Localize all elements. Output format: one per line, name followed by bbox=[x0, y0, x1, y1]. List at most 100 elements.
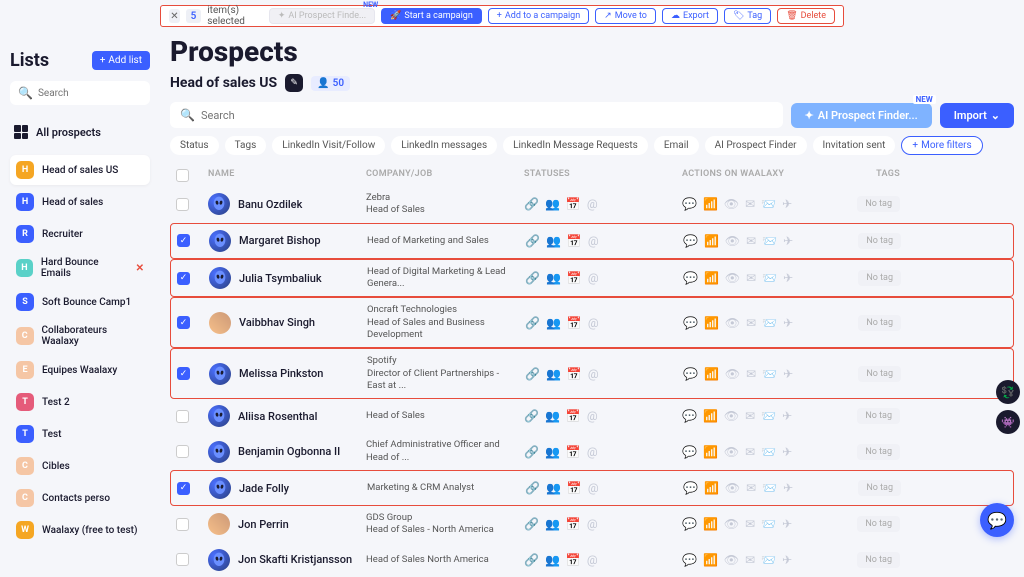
filter-pill[interactable]: AI Prospect Finder bbox=[705, 136, 807, 155]
message-icon[interactable]: 💬 bbox=[682, 553, 697, 567]
row-checkbox[interactable] bbox=[177, 367, 190, 380]
sidebar-item[interactable]: TTest bbox=[10, 419, 150, 449]
row-checkbox[interactable] bbox=[176, 553, 189, 566]
people-icon[interactable]: 👥 bbox=[546, 481, 561, 495]
message-icon[interactable]: 💬 bbox=[682, 445, 697, 459]
export-button[interactable]: ☁ Export bbox=[662, 8, 718, 24]
rss-icon[interactable]: 📶 bbox=[703, 517, 718, 531]
inbox-icon[interactable]: 📨 bbox=[761, 445, 776, 459]
people-icon[interactable]: 👥 bbox=[545, 409, 560, 423]
eye-icon[interactable]: 👁 bbox=[725, 271, 740, 285]
mail-icon[interactable]: ✉ bbox=[746, 481, 756, 495]
people-icon[interactable]: 👥 bbox=[546, 271, 561, 285]
rss-icon[interactable]: 📶 bbox=[703, 197, 718, 211]
sidebar-item[interactable]: CCibles bbox=[10, 451, 150, 481]
sidebar-item[interactable]: HHead of sales bbox=[10, 187, 150, 217]
filter-pill[interactable]: LinkedIn Visit/Follow bbox=[272, 136, 385, 155]
send-icon[interactable]: ✈ bbox=[783, 316, 793, 330]
no-tag-button[interactable]: No tag bbox=[857, 552, 900, 568]
name-cell[interactable]: Jon Perrin bbox=[208, 513, 358, 535]
link-icon[interactable]: 🔗 bbox=[525, 234, 540, 248]
inbox-icon[interactable]: 📨 bbox=[762, 481, 777, 495]
calendar-icon[interactable]: 📅 bbox=[566, 409, 581, 423]
name-cell[interactable]: Vaibbhav Singh bbox=[209, 312, 359, 334]
eye-icon[interactable]: 👁 bbox=[724, 553, 739, 567]
all-prospects-link[interactable]: All prospects bbox=[10, 119, 150, 145]
calendar-icon[interactable]: 📅 bbox=[567, 367, 582, 381]
send-icon[interactable]: ✈ bbox=[782, 409, 792, 423]
sidebar-item[interactable]: EEquipes Waalaxy bbox=[10, 355, 150, 385]
people-icon[interactable]: 👥 bbox=[545, 517, 560, 531]
mail-icon[interactable]: ✉ bbox=[745, 517, 755, 531]
rss-icon[interactable]: 📶 bbox=[704, 271, 719, 285]
send-icon[interactable]: ✈ bbox=[783, 234, 793, 248]
calendar-icon[interactable]: 📅 bbox=[567, 234, 582, 248]
main-search-input[interactable] bbox=[201, 109, 773, 122]
calendar-icon[interactable]: 📅 bbox=[566, 553, 581, 567]
send-icon[interactable]: ✈ bbox=[782, 445, 792, 459]
sidebar-search-input[interactable] bbox=[38, 88, 142, 99]
inbox-icon[interactable]: 📨 bbox=[762, 271, 777, 285]
at-icon[interactable]: @ bbox=[588, 271, 599, 285]
at-icon[interactable]: @ bbox=[587, 409, 598, 423]
send-icon[interactable]: ✈ bbox=[783, 271, 793, 285]
select-all-checkbox[interactable] bbox=[176, 169, 189, 182]
sidebar-item[interactable]: CContacts perso bbox=[10, 483, 150, 513]
eye-icon[interactable]: 👁 bbox=[724, 517, 739, 531]
mail-icon[interactable]: ✉ bbox=[745, 197, 755, 211]
filter-pill[interactable]: LinkedIn messages bbox=[391, 136, 497, 155]
sidebar-item[interactable]: RRecruiter bbox=[10, 219, 150, 249]
people-icon[interactable]: 👥 bbox=[545, 445, 560, 459]
link-icon[interactable]: 🔗 bbox=[524, 553, 539, 567]
message-icon[interactable]: 💬 bbox=[682, 517, 697, 531]
eye-icon[interactable]: 👁 bbox=[725, 367, 740, 381]
no-tag-button[interactable]: No tag bbox=[858, 270, 901, 286]
name-cell[interactable]: Jade Folly bbox=[209, 477, 359, 499]
ai-prospect-finder-button[interactable]: ✦ AI Prospect Finder... NEW bbox=[791, 103, 932, 128]
name-cell[interactable]: Melissa Pinkston bbox=[209, 363, 359, 385]
message-icon[interactable]: 💬 bbox=[682, 409, 697, 423]
filter-pill[interactable]: Email bbox=[654, 136, 699, 155]
no-tag-button[interactable]: No tag bbox=[857, 444, 900, 460]
row-checkbox[interactable] bbox=[176, 410, 189, 423]
mail-icon[interactable]: ✉ bbox=[746, 367, 756, 381]
at-icon[interactable]: @ bbox=[588, 367, 599, 381]
send-icon[interactable]: ✈ bbox=[782, 517, 792, 531]
inbox-icon[interactable]: 📨 bbox=[762, 316, 777, 330]
no-tag-button[interactable]: No tag bbox=[858, 233, 901, 249]
message-icon[interactable]: 💬 bbox=[683, 481, 698, 495]
calendar-icon[interactable]: 📅 bbox=[566, 197, 581, 211]
mail-icon[interactable]: ✉ bbox=[745, 409, 755, 423]
calendar-icon[interactable]: 📅 bbox=[566, 445, 581, 459]
at-icon[interactable]: @ bbox=[587, 553, 598, 567]
people-icon[interactable]: 👥 bbox=[545, 197, 560, 211]
rss-icon[interactable]: 📶 bbox=[704, 367, 719, 381]
send-icon[interactable]: ✈ bbox=[783, 481, 793, 495]
inbox-icon[interactable]: 📨 bbox=[761, 409, 776, 423]
send-icon[interactable]: ✈ bbox=[783, 367, 793, 381]
name-cell[interactable]: Margaret Bishop bbox=[209, 230, 359, 252]
send-icon[interactable]: ✈ bbox=[782, 553, 792, 567]
eye-icon[interactable]: 👁 bbox=[725, 234, 740, 248]
link-icon[interactable]: 🔗 bbox=[525, 271, 540, 285]
at-icon[interactable]: @ bbox=[588, 316, 599, 330]
mail-icon[interactable]: ✉ bbox=[746, 316, 756, 330]
row-checkbox[interactable] bbox=[176, 198, 189, 211]
name-cell[interactable]: Aliisa Rosenthal bbox=[208, 405, 358, 427]
sidebar-item[interactable]: TTest 2 bbox=[10, 387, 150, 417]
eye-icon[interactable]: 👁 bbox=[724, 409, 739, 423]
mail-icon[interactable]: ✉ bbox=[745, 553, 755, 567]
calendar-icon[interactable]: 📅 bbox=[567, 316, 582, 330]
no-tag-button[interactable]: No tag bbox=[858, 366, 901, 382]
sidebar-item[interactable]: CCollaborateurs Waalaxy bbox=[10, 319, 150, 353]
rss-icon[interactable]: 📶 bbox=[704, 316, 719, 330]
delete-button[interactable]: 🗑 Delete bbox=[777, 8, 835, 24]
eye-icon[interactable]: 👁 bbox=[724, 197, 739, 211]
close-icon[interactable]: ✕ bbox=[169, 9, 180, 23]
at-icon[interactable]: @ bbox=[588, 234, 599, 248]
link-icon[interactable]: 🔗 bbox=[525, 481, 540, 495]
inbox-icon[interactable]: 📨 bbox=[761, 553, 776, 567]
edit-list-button[interactable]: ✎ bbox=[285, 74, 303, 92]
link-icon[interactable]: 🔗 bbox=[524, 409, 539, 423]
move-to-button[interactable]: ↗ Move to bbox=[595, 8, 656, 24]
